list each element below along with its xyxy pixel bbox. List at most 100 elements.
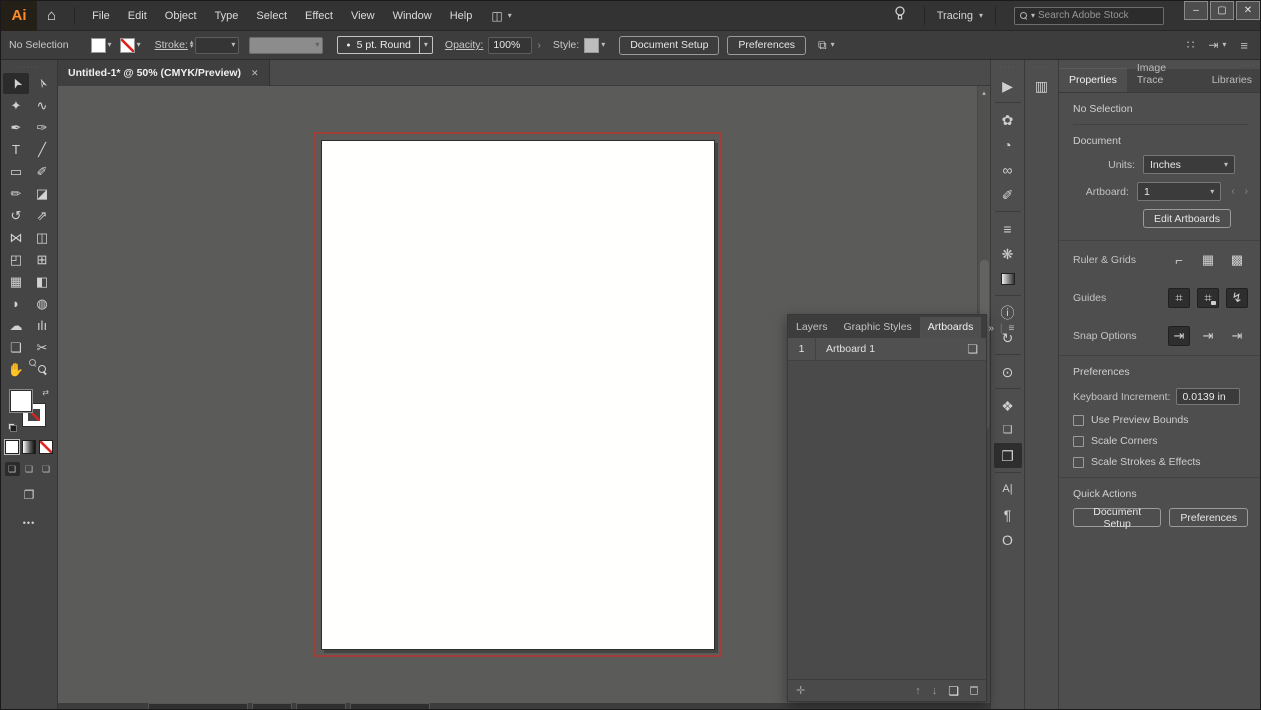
show-rulers-icon[interactable]: ⌐ [1168,250,1190,270]
artboards-panel-icon[interactable]: ❐ [993,443,1022,468]
next-artboard-button[interactable]: › [1245,186,1248,197]
prev-artboard-button[interactable]: ‹ [1231,186,1234,197]
new-artboard-icon[interactable]: ❏ [948,684,959,698]
control-menu-icon[interactable]: ≡ [1240,38,1248,53]
eyedropper-tool[interactable]: ◗ [3,293,29,314]
draw-behind-mode-button[interactable]: ❏ [22,462,37,476]
move-artboard-down-icon[interactable]: ↓ [932,685,938,697]
menu-select[interactable]: Select [247,10,296,22]
artboard-nav-box[interactable] [296,703,346,709]
stroke-color-control[interactable]: ▾ [119,37,141,53]
graphic-style-control[interactable]: ▾ [584,37,605,53]
swap-fill-stroke-icon[interactable]: ⇄ [42,388,49,397]
show-grid-icon[interactable]: ▦ [1197,250,1219,270]
artboard-name[interactable]: Artboard 1 [816,343,967,355]
menu-type[interactable]: Type [206,10,248,22]
rotate-tool[interactable]: ↺ [3,205,29,226]
image-trace-panel-icon[interactable]: ▥ [1028,73,1056,98]
home-icon[interactable]: ⌂ [37,7,66,24]
menu-edit[interactable]: Edit [119,10,156,22]
fill-swatch[interactable] [90,37,106,53]
tab-graphic-styles[interactable]: Graphic Styles [836,317,920,338]
screen-mode-button[interactable]: ❐ [1,488,57,502]
close-button[interactable]: ✕ [1236,1,1260,20]
free-transform-tool[interactable]: ◫ [29,227,55,248]
tab-artboards[interactable]: Artboards [919,317,982,338]
edit-artboards-button[interactable]: Edit Artboards [1143,209,1231,228]
lasso-tool[interactable]: ∿ [29,95,55,116]
edit-toolbar-button[interactable]: ••• [1,518,57,528]
close-tab-icon[interactable]: ✕ [251,68,259,79]
paragraph-panel-icon[interactable]: ¶ [994,502,1022,527]
column-graph-tool[interactable]: ılı [29,315,55,336]
perspective-grid-tool[interactable]: ⊞ [29,249,55,270]
snap-to-grid-icon[interactable]: ⇥ [1197,326,1219,346]
artboard-row[interactable]: 1 Artboard 1 ❏ [788,338,986,361]
checkbox-box[interactable] [1073,456,1084,468]
slice-tool[interactable]: ✂ [29,337,55,358]
character-panel-icon[interactable]: A| [994,477,1022,502]
dock-drag-handle[interactable]: ∙∙∙∙ [1025,60,1058,73]
draw-normal-mode-button[interactable]: ❏ [4,462,20,476]
gradient-tool[interactable]: ◧ [29,271,55,292]
line-segment-tool[interactable]: ╱ [29,139,55,160]
zoom-level-box[interactable] [148,703,248,709]
brushes-panel-icon[interactable]: ✐ [994,182,1022,207]
gradient-button[interactable] [22,440,36,454]
stroke-weight-dropdown[interactable]: ▾ [195,36,240,54]
maximize-button[interactable]: ▢ [1210,1,1234,20]
rearrange-artboards-icon[interactable]: ✛ [796,684,805,697]
color-guide-panel-icon[interactable]: ◔ [994,132,1022,157]
opentype-panel-icon[interactable]: O [994,527,1022,552]
artboard-tool[interactable]: ❏ [3,337,29,358]
tab-layers[interactable]: Layers [788,317,836,338]
none-button[interactable] [39,440,53,454]
workspace-switcher[interactable]: Tracing ▾ [933,10,987,22]
draw-inside-mode-button[interactable]: ❏ [39,462,54,476]
panel-menu-icon[interactable]: ≡ [1009,323,1015,334]
menu-view[interactable]: View [342,10,384,22]
dock-drag-handle[interactable]: ∙∙∙∙ [991,60,1024,73]
links-panel-icon[interactable]: ∞ [994,157,1022,182]
scale-tool[interactable]: ⇗ [29,205,55,226]
opacity-field[interactable]: 100% [488,36,533,54]
artboard-dropdown[interactable]: 1 ▾ [1136,182,1222,201]
type-tool[interactable]: T [3,139,29,160]
fill-color-control[interactable]: ▾ [90,37,112,53]
pencil-tool[interactable]: ✏ [3,183,29,204]
snap-options-icon[interactable]: ⇥ ▾ [1208,38,1226,52]
search-input[interactable] [1038,10,1158,21]
gradient-panel-icon[interactable] [994,266,1022,291]
artboard[interactable] [321,140,715,650]
menu-window[interactable]: Window [384,10,441,22]
stroke-panel-icon[interactable]: ≡ [994,216,1022,241]
expand-panel-icon[interactable]: » [988,323,994,334]
opacity-label[interactable]: Opacity: [445,39,484,51]
style-swatch[interactable] [584,37,600,53]
zoom-tool[interactable] [29,359,55,380]
snap-to-pixel-icon[interactable]: ⇥ [1226,326,1248,346]
quick-preferences-button[interactable]: Preferences [1169,508,1248,527]
artboard-nav-prev-box[interactable] [252,703,292,709]
width-tool[interactable]: ⋈ [3,227,29,248]
blend-tool[interactable]: ◍ [29,293,55,314]
preferences-button[interactable]: Preferences [727,35,807,55]
document-setup-button[interactable]: Document Setup [619,35,720,55]
selection-tool[interactable]: ➤ [3,73,29,94]
menu-effect[interactable]: Effect [296,10,342,22]
panel-drag-handle[interactable]: ∙∙∙∙∙ [1,60,57,73]
magic-wand-tool[interactable]: ✦ [3,95,29,116]
delete-artboard-icon[interactable] [970,686,978,695]
lock-guides-icon[interactable]: ⌗ [1197,288,1219,308]
stroke-weight-stepper[interactable]: ▴ ▾ [190,39,194,50]
mesh-tool[interactable]: ▦ [3,271,29,292]
tab-image-trace[interactable]: Image Trace [1127,57,1202,92]
menu-object[interactable]: Object [156,10,206,22]
asset-export-panel-icon[interactable]: ❏ [994,418,1022,443]
hand-tool[interactable]: ✋ [3,359,29,380]
keyboard-increment-field[interactable]: 0.0139 in [1176,388,1241,405]
more-tools-icon[interactable]: ⧉ ▾ [818,38,835,53]
default-fill-stroke-icon[interactable] [8,423,17,432]
use-preview-bounds-checkbox[interactable]: Use Preview Bounds [1073,414,1248,426]
align-dots-icon[interactable]: ∷ [1187,38,1195,52]
